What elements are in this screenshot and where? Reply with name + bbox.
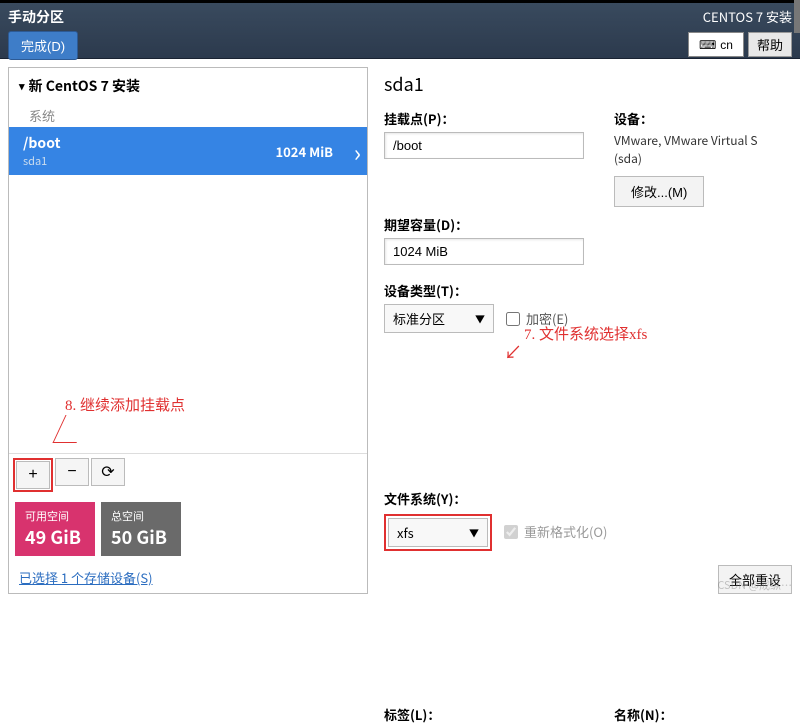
keyboard-icon: ⌨ <box>699 38 716 52</box>
total-space-box: 总空间 50 GiB <box>101 502 181 556</box>
partition-toolbar: + − ⟳ <box>9 453 367 496</box>
main-content: 新 CentOS 7 安装 系统 /boot sda1 1024 MiB 8. … <box>0 59 800 602</box>
device-description: VMware, VMware Virtual S (sda) <box>614 132 784 168</box>
total-space-value: 50 GiB <box>111 524 171 550</box>
header-bar: 手动分区 完成(D) CENTOS 7 安装 ⌨ cn 帮助 <box>0 3 800 59</box>
annotation-8: 8. 继续添加挂载点 <box>65 394 185 415</box>
partition-row-boot[interactable]: /boot sda1 1024 MiB <box>9 127 367 175</box>
help-button[interactable]: 帮助 <box>748 32 792 57</box>
keyboard-layout-button[interactable]: ⌨ cn <box>688 32 744 57</box>
partition-panel: 新 CentOS 7 安装 系统 /boot sda1 1024 MiB 8. … <box>8 67 368 594</box>
storage-devices-link[interactable]: 已选择 1 个存储设备(S) <box>9 562 367 593</box>
mount-point-label: 挂载点(P)： <box>384 109 584 128</box>
device-type-value: 标准分区 <box>393 309 445 328</box>
annotation-7-arrow: ↙ <box>504 339 522 365</box>
available-space-box: 可用空间 49 GiB <box>15 502 95 556</box>
reload-button[interactable]: ⟳ <box>91 458 125 486</box>
install-expander[interactable]: 新 CentOS 7 安装 <box>9 68 367 104</box>
keyboard-lang-label: cn <box>720 38 733 52</box>
partition-size: 1024 MiB <box>275 142 353 161</box>
name-label: 名称(N)： <box>614 705 784 724</box>
filesystem-label: 文件系统(Y)： <box>384 489 784 508</box>
filesystem-select[interactable]: xfs ▼ <box>388 518 488 547</box>
reformat-label: 重新格式化(O) <box>524 522 607 541</box>
add-partition-button[interactable]: + <box>16 461 50 489</box>
total-space-label: 总空间 <box>111 508 171 524</box>
install-title: 新 CentOS 7 安装 <box>29 76 141 96</box>
installer-title: CENTOS 7 安装 <box>703 7 792 26</box>
device-type-select[interactable]: 标准分区 ▼ <box>384 304 494 333</box>
annotation-7: 7. 文件系统选择xfs <box>524 323 647 344</box>
desired-capacity-label: 期望容量(D)： <box>384 215 584 234</box>
page-title: 手动分区 <box>8 7 78 27</box>
annotation-add-highlight: + <box>13 458 53 492</box>
available-space-value: 49 GiB <box>25 524 85 550</box>
mount-point-input[interactable] <box>384 132 584 159</box>
chevron-down-icon: ▼ <box>475 311 485 326</box>
system-group-label: 系统 <box>9 104 367 127</box>
desired-capacity-input[interactable] <box>384 238 584 265</box>
tag-label: 标签(L)： <box>384 705 584 724</box>
scrollbar-stub <box>794 0 800 33</box>
device-type-label: 设备类型(T)： <box>384 281 784 300</box>
chevron-down-icon: ▼ <box>469 525 479 540</box>
annotation-8-line <box>52 415 89 443</box>
remove-partition-button[interactable]: − <box>55 458 89 486</box>
annotation-fs-highlight: xfs ▼ <box>384 514 492 551</box>
available-space-label: 可用空间 <box>25 508 85 524</box>
device-title: sda1 <box>384 71 784 97</box>
partition-device: sda1 <box>23 153 60 169</box>
done-button[interactable]: 完成(D) <box>8 31 78 60</box>
details-panel: sda1 挂载点(P)： 设备： VMware, VMware Virtual … <box>376 67 792 594</box>
reset-all-button[interactable]: 全部重设 <box>718 565 792 594</box>
reformat-checkbox <box>504 525 518 539</box>
device-section-label: 设备： <box>614 109 784 128</box>
filesystem-value: xfs <box>397 523 414 542</box>
partition-name: /boot <box>23 133 60 153</box>
modify-device-button[interactable]: 修改...(M) <box>614 176 704 207</box>
encrypt-checkbox[interactable] <box>506 312 520 326</box>
space-summary: 可用空间 49 GiB 总空间 50 GiB <box>9 496 367 562</box>
